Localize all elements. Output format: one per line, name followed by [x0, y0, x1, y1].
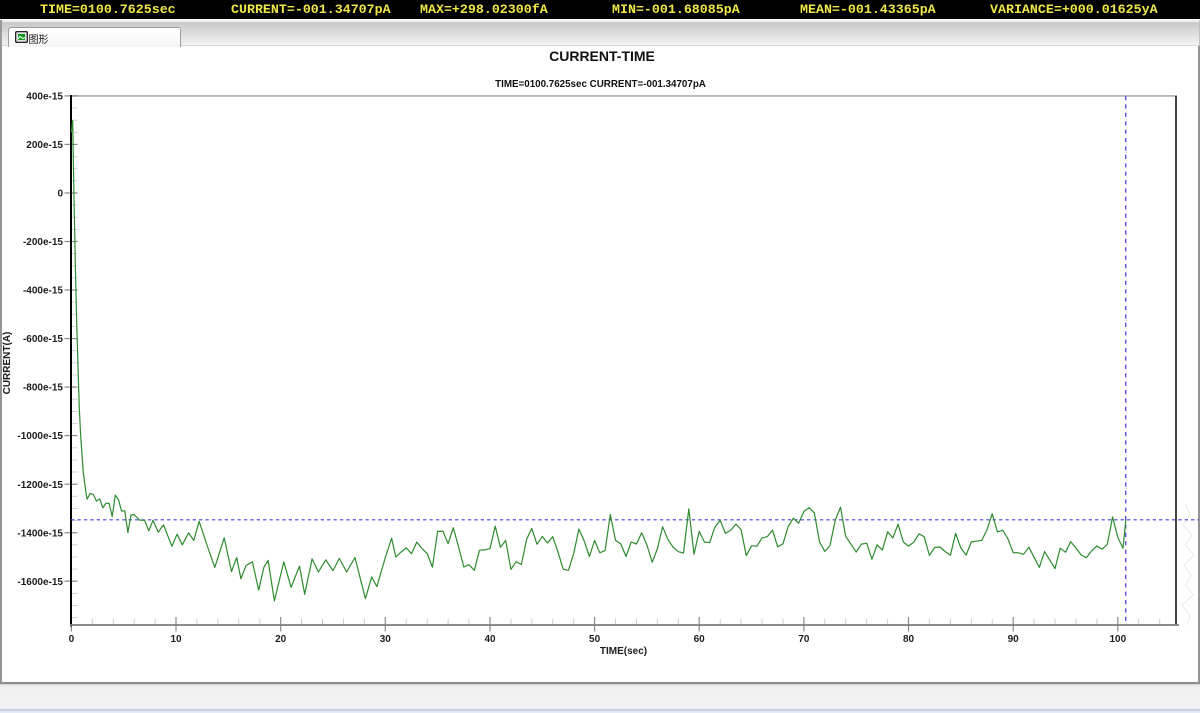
svg-text:40: 40: [484, 634, 496, 645]
svg-text:-600e-15: -600e-15: [23, 334, 63, 345]
svg-text:20: 20: [275, 634, 287, 645]
svg-text:80: 80: [903, 634, 915, 645]
svg-text:60: 60: [694, 634, 706, 645]
svg-text:-1400e-15: -1400e-15: [17, 528, 63, 539]
svg-text:-1200e-15: -1200e-15: [17, 480, 63, 491]
svg-text:30: 30: [380, 634, 392, 645]
svg-text:-200e-15: -200e-15: [23, 237, 63, 248]
svg-text:CURRENT(A): CURRENT(A): [2, 332, 13, 395]
svg-text:TIME(sec): TIME(sec): [600, 646, 647, 657]
svg-text:400e-15: 400e-15: [26, 92, 63, 103]
svg-text:10: 10: [170, 634, 182, 645]
svg-text:200e-15: 200e-15: [26, 140, 63, 151]
svg-text:-800e-15: -800e-15: [23, 383, 63, 394]
svg-text:-400e-15: -400e-15: [23, 286, 63, 297]
svg-text:0: 0: [69, 634, 75, 645]
svg-text:90: 90: [1008, 634, 1020, 645]
svg-text:-1600e-15: -1600e-15: [17, 577, 63, 588]
svg-text:-1000e-15: -1000e-15: [17, 431, 63, 442]
svg-text:0: 0: [57, 189, 63, 200]
svg-text:100: 100: [1109, 634, 1126, 645]
svg-text:70: 70: [798, 634, 810, 645]
svg-text:50: 50: [589, 634, 601, 645]
